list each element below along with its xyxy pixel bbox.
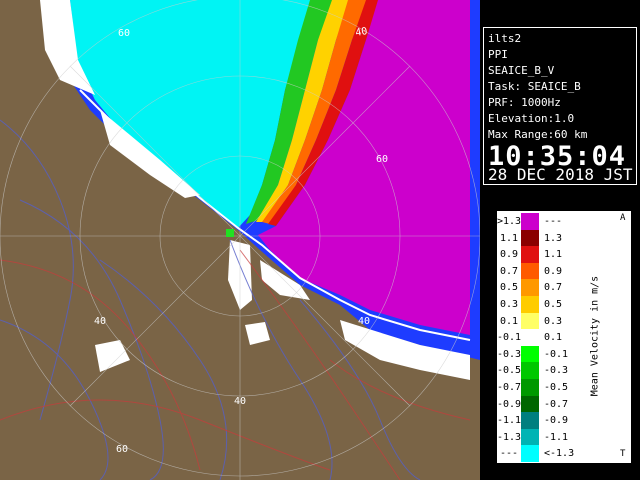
legend-color-swatch (521, 412, 539, 430)
legend-color-swatch (521, 296, 539, 313)
range-label: 60 (116, 444, 128, 455)
legend-lower-bound: 0.9 (499, 249, 518, 261)
site-name: ilts2 (488, 32, 522, 45)
legend-color-swatch (521, 229, 539, 247)
legend-lower-bound: -0.1 (497, 332, 522, 344)
legend-color-swatch (521, 345, 539, 363)
legend-lower-bound: -1.3 (497, 431, 522, 443)
legend-upper-bound: -0.1 (544, 348, 569, 360)
legend-upper-bound: 0.5 (544, 299, 563, 310)
scan-name: SEAICE_B_V (488, 64, 555, 77)
legend-lower-bound: 0.5 (499, 282, 518, 294)
legend-row: -0.3 -0.1 (497, 345, 631, 363)
legend-lower-bound: >1.3 (497, 216, 522, 227)
scan-info-box: ilts2 PPI SEAICE_B_V Task: SEAICE_B PRF:… (483, 27, 637, 185)
legend-color-swatch (521, 428, 539, 446)
legend-upper-bound: 1.3 (544, 232, 563, 244)
legend-color-swatch (521, 445, 539, 463)
legend-row: 0.9 1.1 (497, 246, 631, 264)
legend-lower-bound: --- (499, 448, 518, 460)
legend-color-swatch (521, 246, 539, 264)
task-name: Task: SEAICE_B (488, 80, 581, 93)
legend-lower-bound: 0.7 (499, 265, 518, 277)
legend-color-swatch (521, 329, 539, 347)
legend-lower-bound: 1.1 (499, 232, 518, 244)
range-label: 40 (355, 26, 369, 39)
legend-title: Mean Velocity in m/s (589, 275, 601, 397)
scan-date: 28 DEC 2018 JST (488, 165, 633, 184)
legend-row: -0.5 -0.3 (497, 362, 631, 380)
legend-row: -1.1 -0.9 (497, 412, 631, 430)
legend-row: -0.7 -0.5 (497, 379, 631, 396)
legend-row: 0.1 0.3 (497, 312, 631, 330)
legend-row: -0.1 0.1 (497, 329, 631, 347)
range-label: 60 (118, 28, 130, 39)
legend-lower-bound: -0.5 (497, 365, 522, 377)
legend-corner-bottom: T (620, 449, 626, 459)
legend-upper-bound: -0.3 (544, 365, 569, 377)
legend-row: 0.5 0.7 (497, 279, 631, 297)
velocity-legend: >1.3 --- 1.1 1.3 0.9 1.1 0.7 0.9 0.5 0.7 0.3 0.5 0.1… (497, 211, 631, 463)
legend-lower-bound: 0.1 (499, 315, 518, 327)
legend-upper-bound: 0.9 (544, 265, 563, 277)
legend-upper-bound: 0.1 (544, 332, 563, 344)
legend-row: --- <-1.3 (497, 445, 631, 463)
legend-lower-bound: -0.9 (497, 398, 522, 410)
legend-upper-bound: -1.1 (544, 431, 569, 443)
legend-upper-bound: -0.5 (544, 382, 569, 393)
radar-ppi-map: 60 40 60 40 40 40 60 40 (0, 0, 480, 480)
range-label: 60 (376, 154, 388, 165)
legend-row: 0.7 0.9 (497, 262, 631, 280)
legend-upper-bound: -0.7 (544, 398, 569, 410)
radar-site-marker (226, 229, 234, 237)
legend-color-swatch (521, 262, 539, 280)
legend-upper-bound: <-1.3 (544, 448, 575, 460)
legend-upper-bound: 0.3 (544, 315, 563, 327)
range-label: 40 (358, 316, 370, 327)
legend-corner-top: A (620, 213, 626, 223)
legend-color-swatch (521, 279, 539, 297)
legend-lower-bound: -0.3 (497, 348, 522, 360)
legend-color-swatch (521, 395, 539, 413)
legend-row: 1.1 1.3 (497, 229, 631, 247)
legend-row: >1.3 --- (497, 213, 631, 230)
prf: PRF: 1000Hz (488, 96, 561, 109)
legend-color-swatch (521, 379, 539, 396)
product-type: PPI (488, 48, 508, 61)
legend-row: 0.3 0.5 (497, 296, 631, 313)
legend-color-swatch (521, 362, 539, 380)
range-label: 40 (234, 396, 246, 407)
legend-upper-bound: 0.7 (544, 282, 563, 294)
legend-upper-bound: 1.1 (544, 249, 563, 261)
range-label: 40 (94, 316, 106, 327)
max-range: Max Range:60 km (488, 128, 588, 141)
elevation: Elevation:1.0 (488, 112, 575, 125)
legend-row: -1.3 -1.1 (497, 428, 631, 446)
legend-lower-bound: 0.3 (499, 299, 518, 310)
info-panel: ilts2 PPI SEAICE_B_V Task: SEAICE_B PRF:… (480, 0, 640, 480)
legend-color-swatch (521, 312, 539, 330)
legend-lower-bound: -0.7 (497, 382, 522, 393)
legend-upper-bound: -0.9 (544, 415, 569, 427)
legend-upper-bound: --- (544, 216, 563, 227)
legend-lower-bound: -1.1 (497, 415, 522, 427)
legend-row: -0.9 -0.7 (497, 395, 631, 413)
legend-color-swatch (521, 213, 539, 230)
